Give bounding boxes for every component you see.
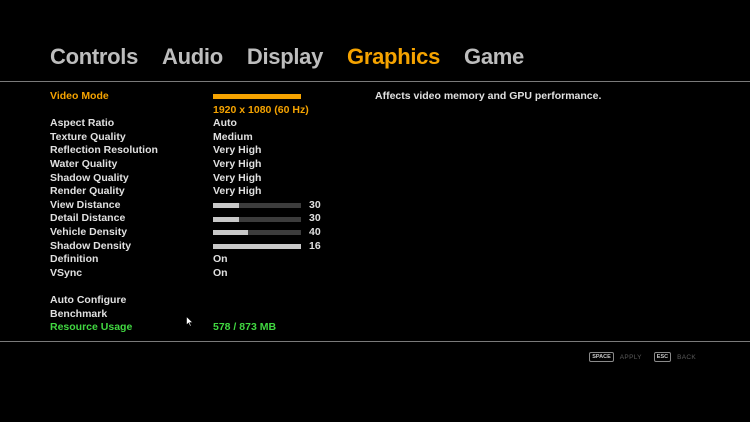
slider-track[interactable] [213,230,301,236]
reflection-resolution-value[interactable]: Very High [213,144,363,158]
slider-track[interactable] [213,216,301,222]
slider-fill [213,203,240,209]
auto-configure-button[interactable]: Auto Configure [50,294,210,308]
top-divider [0,81,750,82]
settings-values: 1920 x 1080 (60 Hz) Auto Medium Very Hig… [213,90,363,335]
slider-fill [213,243,301,249]
menu-tabs: Controls Audio Display Graphics Game [50,44,524,70]
view-distance-label[interactable]: View Distance [50,199,210,213]
video-mode-selector-bar[interactable] [213,94,301,99]
water-quality-value[interactable]: Very High [213,158,363,172]
tab-audio[interactable]: Audio [162,44,223,70]
render-quality-label[interactable]: Render Quality [50,185,210,199]
tab-display[interactable]: Display [247,44,323,70]
shadow-density-label[interactable]: Shadow Density [50,240,210,254]
slider-track[interactable] [213,243,301,249]
vehicle-density-slider[interactable]: 40 [213,226,363,240]
aspect-ratio-label[interactable]: Aspect Ratio [50,117,210,131]
mouse-cursor-icon [186,316,194,327]
detail-distance-slider[interactable]: 30 [213,212,363,226]
tab-controls[interactable]: Controls [50,44,138,70]
render-quality-value[interactable]: Very High [213,185,363,199]
slider-track[interactable] [213,203,301,209]
vehicle-density-label[interactable]: Vehicle Density [50,226,210,240]
esc-key-icon[interactable]: ESC [653,352,672,362]
video-mode-value[interactable]: 1920 x 1080 (60 Hz) [213,104,363,118]
view-distance-value: 30 [309,198,321,211]
setting-description: Affects video memory and GPU performance… [375,90,602,102]
apply-label[interactable]: APPLY [620,354,642,361]
reflection-resolution-label[interactable]: Reflection Resolution [50,144,210,158]
texture-quality-label[interactable]: Texture Quality [50,131,210,145]
texture-quality-value[interactable]: Medium [213,131,363,145]
definition-label[interactable]: Definition [50,253,210,267]
aspect-ratio-value[interactable]: Auto [213,117,363,131]
slider-fill [213,230,249,236]
tab-graphics[interactable]: Graphics [347,44,440,70]
resource-usage-value: 578 / 873 MB [213,321,277,334]
slider-fill [213,216,240,222]
space-key-icon[interactable]: SPACE [589,352,614,362]
detail-distance-value: 30 [309,212,321,225]
shadow-quality-label[interactable]: Shadow Quality [50,172,210,186]
settings-labels: Video Mode Aspect Ratio Texture Quality … [50,90,210,335]
definition-value[interactable]: On [213,253,363,267]
shadow-density-slider[interactable]: 16 [213,240,363,254]
footer-controls: SPACE APPLY ESC BACK [589,352,702,362]
back-label[interactable]: BACK [677,354,696,361]
vsync-value[interactable]: On [213,267,363,281]
shadow-quality-value[interactable]: Very High [213,172,363,186]
detail-distance-label[interactable]: Detail Distance [50,212,210,226]
vsync-label[interactable]: VSync [50,267,210,281]
tab-game[interactable]: Game [464,44,524,70]
view-distance-slider[interactable]: 30 [213,199,363,213]
shadow-density-value: 16 [309,239,321,252]
bottom-divider [0,341,750,342]
water-quality-label[interactable]: Water Quality [50,158,210,172]
vehicle-density-value: 40 [309,225,321,238]
video-mode-label[interactable]: Video Mode [50,90,210,104]
